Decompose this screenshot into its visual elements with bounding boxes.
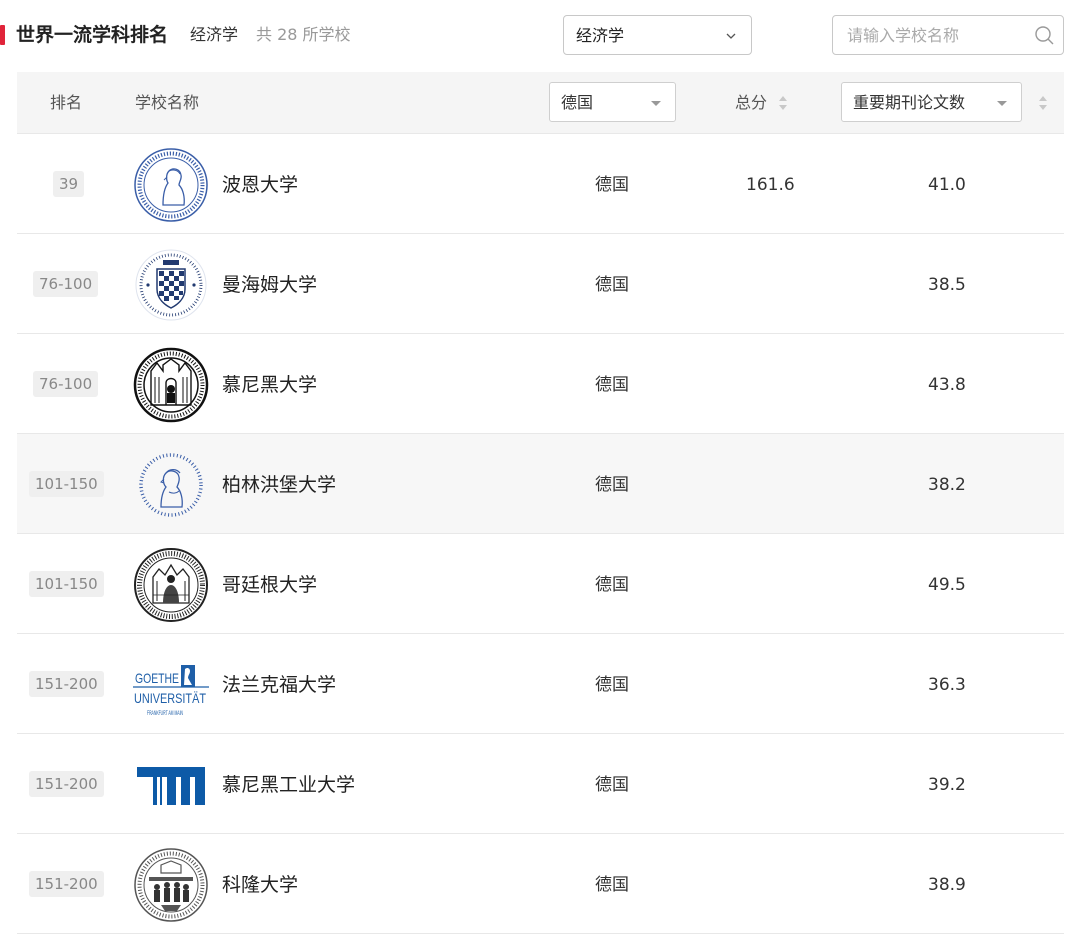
goethe-logo-icon: GOETHE UNIVERSITÄT FRANKFURT AM MAIN [133, 665, 209, 717]
rank-badge: 101-150 [29, 571, 104, 597]
rank-badge: 76-100 [33, 371, 99, 397]
table-row[interactable]: 151-200 GOETHE UNIVERSITÄT FRANKFURT AM … [17, 634, 1064, 734]
subject-select-value: 经济学 [576, 26, 625, 45]
svg-text:UNIVERSITÄT: UNIVERSITÄT [134, 690, 206, 706]
rank-badge: 151-200 [29, 771, 104, 797]
school-count: 共 28 所学校 [256, 25, 351, 44]
country-cell: 德国 [595, 175, 629, 195]
country-cell: 德国 [595, 875, 629, 895]
tum-logo-icon [137, 767, 205, 805]
rank-badge: 76-100 [33, 271, 99, 297]
page-header: 世界一流学科排名 经济学 共 28 所学校 经济学 [0, 0, 1080, 72]
total-score-cell: 161.6 [746, 175, 795, 195]
subject-select[interactable]: 经济学 [563, 15, 752, 55]
university-name[interactable]: 柏林洪堡大学 [222, 472, 336, 498]
chevron-down-icon [726, 33, 736, 39]
university-name[interactable]: 慕尼黑工业大学 [222, 772, 355, 798]
rank-badge: 151-200 [29, 671, 104, 697]
table-row[interactable]: 76-100 曼海姆大学 德国 38.5 [17, 234, 1064, 334]
table-header: 排名 学校名称 德国 总分 重要期刊论文数 [17, 72, 1064, 134]
mannheim-seal-icon [135, 249, 207, 321]
metric-cell: 38.5 [928, 275, 966, 295]
metric-cell: 41.0 [928, 175, 966, 195]
country-cell: 德国 [595, 475, 629, 495]
search-input[interactable] [834, 17, 1024, 53]
country-cell: 德国 [595, 275, 629, 295]
search-box [832, 15, 1064, 55]
caret-down-icon [997, 101, 1007, 106]
university-name[interactable]: 哥廷根大学 [222, 572, 317, 598]
sort-icon[interactable] [1039, 96, 1047, 110]
rank-column-header: 排名 [50, 93, 83, 112]
metric-select-value: 重要期刊论文数 [853, 93, 966, 112]
total-score-column-header[interactable]: 总分 [735, 92, 767, 114]
rank-badge: 101-150 [29, 471, 104, 497]
country-filter-select[interactable]: 德国 [549, 82, 676, 122]
cologne-seal-icon [134, 848, 208, 922]
country-cell: 德国 [595, 375, 629, 395]
university-name[interactable]: 慕尼黑大学 [222, 372, 317, 398]
university-name[interactable]: 法兰克福大学 [222, 672, 336, 698]
metric-cell: 39.2 [928, 775, 966, 795]
table-row[interactable]: 151-200 科隆大学 德国 38.9 [17, 834, 1064, 934]
rank-badge: 151-200 [29, 871, 104, 897]
sort-icon[interactable] [779, 96, 787, 110]
svg-text:GOETHE: GOETHE [135, 670, 179, 686]
country-cell: 德国 [595, 775, 629, 795]
university-name[interactable]: 科隆大学 [222, 872, 298, 898]
search-icon[interactable] [1034, 25, 1055, 46]
metric-cell: 36.3 [928, 675, 966, 695]
current-subject: 经济学 [190, 25, 239, 44]
metric-cell: 38.9 [928, 875, 966, 895]
metric-cell: 43.8 [928, 375, 966, 395]
bonn-seal-icon [134, 148, 208, 222]
table-row[interactable]: 101-150 哥廷根大学 德国 49.5 [17, 534, 1064, 634]
table-row[interactable]: 39 波恩大学 德国 161.6 41.0 [17, 134, 1064, 234]
humboldt-seal-icon [139, 453, 203, 517]
title-accent-bar [0, 25, 5, 45]
caret-down-icon [651, 101, 661, 106]
page-title: 世界一流学科排名 [16, 24, 169, 46]
name-column-header: 学校名称 [135, 93, 200, 112]
metric-cell: 38.2 [928, 475, 966, 495]
rank-badge: 39 [53, 171, 85, 197]
metric-cell: 49.5 [928, 575, 966, 595]
svg-text:FRANKFURT AM MAIN: FRANKFURT AM MAIN [147, 711, 183, 717]
table-row[interactable]: 101-150 柏林洪堡大学 德国 38.2 [17, 434, 1064, 534]
country-cell: 德国 [595, 575, 629, 595]
country-filter-value: 德国 [561, 93, 594, 112]
lmu-seal-icon [133, 347, 209, 423]
goettingen-seal-icon [134, 548, 208, 622]
country-cell: 德国 [595, 675, 629, 695]
metric-select[interactable]: 重要期刊论文数 [841, 82, 1022, 122]
table-row[interactable]: 76-100 慕尼黑大学 德国 43.8 [17, 334, 1064, 434]
university-name[interactable]: 曼海姆大学 [222, 272, 317, 298]
table-row[interactable]: 151-200 慕尼黑工业大学 德国 39.2 [17, 734, 1064, 834]
university-name[interactable]: 波恩大学 [222, 172, 298, 198]
